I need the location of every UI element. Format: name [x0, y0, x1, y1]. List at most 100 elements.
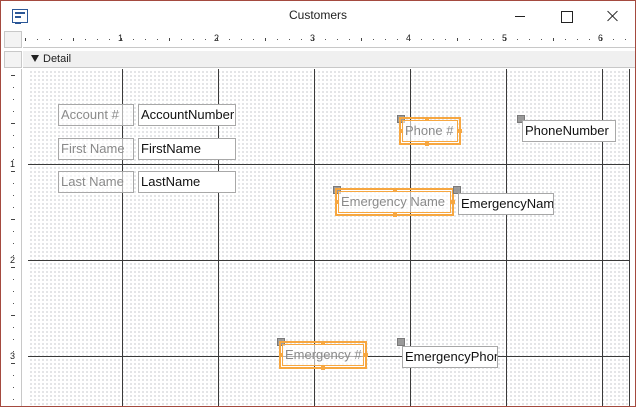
detail-section-bar[interactable]: Detail	[23, 51, 635, 68]
ruler-tick	[13, 327, 14, 328]
resize-handle[interactable]	[335, 200, 339, 204]
ruler-tick	[11, 123, 15, 124]
resize-handle[interactable]	[399, 129, 403, 133]
ruler-tick	[457, 38, 458, 41]
ruler-tick	[481, 39, 482, 40]
ruler-tick	[13, 351, 14, 352]
ruler-tick	[445, 39, 446, 40]
ruler-tick	[13, 111, 14, 112]
ruler-tick	[205, 39, 206, 40]
first-name-field[interactable]: FirstName	[138, 138, 236, 160]
ruler-tick	[469, 39, 470, 40]
resize-handle[interactable]	[393, 188, 397, 192]
ruler-number: 1	[10, 159, 16, 169]
ruler-tick	[229, 39, 230, 40]
ruler-tick	[13, 135, 14, 136]
ruler-tick	[11, 219, 15, 220]
close-button[interactable]	[589, 1, 635, 31]
ruler-number: 3	[10, 351, 16, 361]
ruler-tick	[11, 315, 15, 316]
form-selector[interactable]	[4, 31, 22, 48]
ruler-tick	[493, 39, 494, 40]
ruler-tick	[11, 75, 15, 76]
ruler-tick	[241, 39, 242, 40]
phone-number-label[interactable]: Phone #	[399, 117, 461, 145]
ruler-tick	[373, 39, 374, 40]
ruler-tick	[265, 38, 266, 41]
ruler-tick	[625, 39, 626, 40]
emergency-phone-field[interactable]: EmergencyPhone	[402, 346, 498, 368]
section-label: Detail	[43, 53, 72, 65]
ruler-tick	[37, 39, 38, 40]
resize-handle[interactable]	[393, 213, 397, 217]
ruler-tick	[301, 39, 302, 40]
ruler-tick	[13, 291, 14, 292]
ruler-tick	[421, 39, 422, 40]
ruler-tick	[13, 207, 14, 208]
emergency-phone-label[interactable]: Emergency #	[279, 341, 367, 369]
ruler-tick	[25, 38, 26, 41]
ruler-tick	[253, 39, 254, 40]
ruler-tick	[505, 38, 506, 41]
resize-handle[interactable]	[425, 142, 429, 146]
ruler-tick	[13, 183, 14, 184]
ruler-tick	[13, 243, 14, 244]
ruler-tick	[97, 39, 98, 40]
ruler-tick	[13, 99, 14, 100]
resize-handle[interactable]	[451, 200, 455, 204]
horizontal-ruler[interactable]: 1 2 3 4 5 6	[23, 31, 635, 48]
last-name-field[interactable]: LastName	[138, 171, 236, 193]
collapse-arrow-icon[interactable]	[31, 55, 39, 62]
move-handle[interactable]	[397, 338, 405, 346]
section-selector[interactable]	[4, 51, 22, 68]
ruler-tick	[49, 39, 50, 40]
ruler-tick	[361, 38, 362, 41]
title-bar[interactable]: Customers	[1, 1, 635, 31]
ruler-tick	[217, 38, 218, 41]
ruler-tick	[13, 387, 14, 388]
account-number-field[interactable]: AccountNumber	[138, 104, 236, 126]
resize-handle[interactable]	[458, 129, 462, 133]
resize-handle[interactable]	[321, 341, 325, 345]
ruler-tick	[553, 38, 554, 41]
ruler-tick	[325, 39, 326, 40]
design-canvas[interactable]: Account # AccountNumber First Name First…	[28, 69, 630, 406]
ruler-tick	[169, 38, 170, 41]
vertical-ruler[interactable]: 1 2 3	[4, 69, 22, 406]
ruler-tick	[289, 39, 290, 40]
resize-handle[interactable]	[321, 366, 325, 370]
account-number-label[interactable]: Account #	[58, 104, 134, 126]
minimize-button[interactable]	[497, 1, 543, 31]
ruler-tick	[13, 195, 14, 196]
ruler-tick	[13, 339, 14, 340]
grid-line	[28, 260, 630, 261]
ruler-tick	[541, 39, 542, 40]
phone-number-field[interactable]: PhoneNumber	[522, 120, 616, 142]
ruler-tick	[133, 39, 134, 40]
ruler-tick	[277, 39, 278, 40]
ruler-tick	[193, 39, 194, 40]
resize-handle[interactable]	[364, 353, 368, 357]
ruler-tick	[13, 279, 14, 280]
resize-handle[interactable]	[425, 117, 429, 121]
ruler-tick	[517, 39, 518, 40]
ruler-number: 2	[10, 255, 16, 265]
ruler-tick	[565, 39, 566, 40]
ruler-tick	[13, 147, 14, 148]
ruler-tick	[181, 39, 182, 40]
ruler-tick	[85, 39, 86, 40]
maximize-button[interactable]	[543, 1, 589, 31]
ruler-tick	[577, 39, 578, 40]
ruler-tick	[13, 255, 14, 256]
resize-handle[interactable]	[279, 353, 283, 357]
ruler-tick	[601, 38, 602, 41]
ruler-tick	[11, 171, 15, 172]
ruler-tick	[13, 303, 14, 304]
ruler-tick	[157, 39, 158, 40]
emergency-name-label[interactable]: Emergency Name	[335, 188, 454, 216]
first-name-label[interactable]: First Name	[58, 138, 134, 160]
last-name-label[interactable]: Last Name	[58, 171, 134, 193]
ruler-tick	[409, 38, 410, 41]
ruler-tick	[109, 39, 110, 40]
emergency-name-field[interactable]: EmergencyName	[458, 193, 554, 215]
